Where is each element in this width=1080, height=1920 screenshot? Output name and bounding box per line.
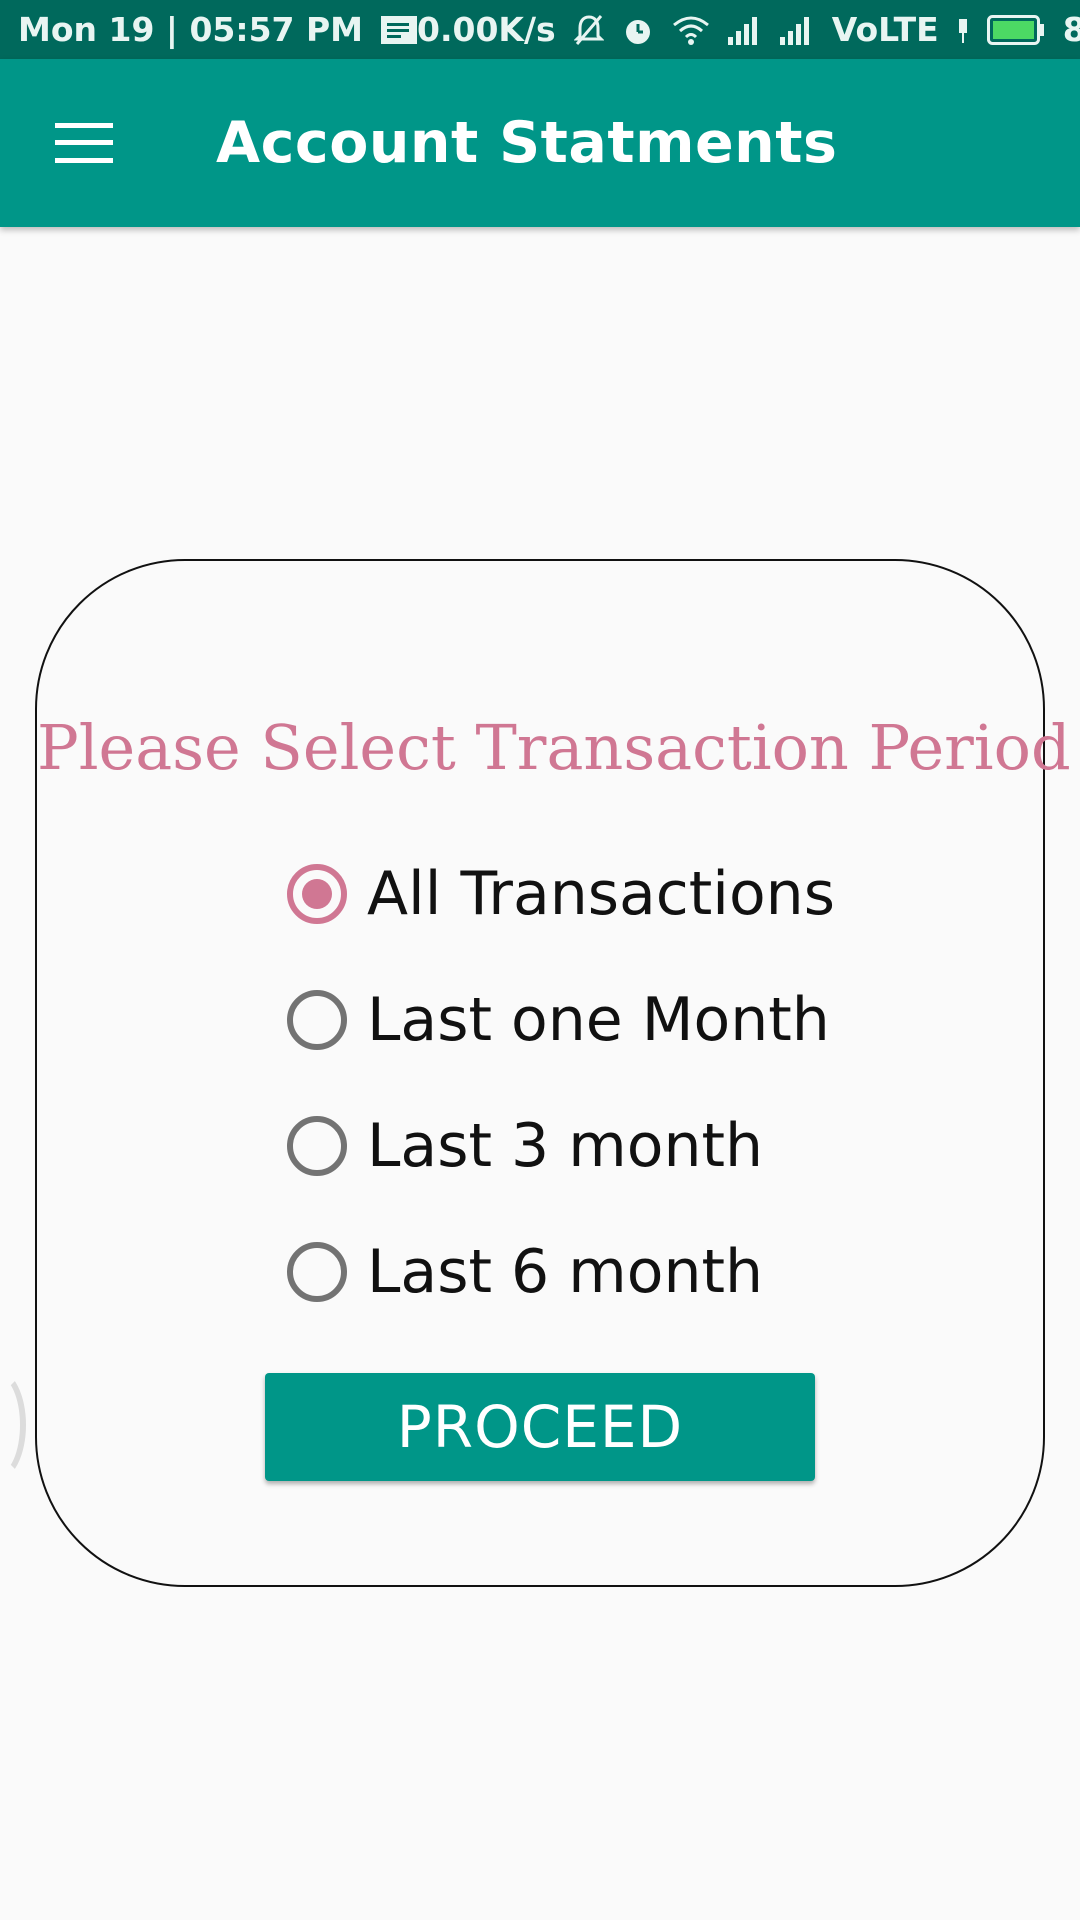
status-bar: Mon 19 | 05:57 PM 0.00K/s VoLTE 84 — [0, 0, 1080, 59]
radio-option-last-6-month[interactable]: Last 6 month — [287, 1209, 835, 1335]
radio-button[interactable] — [287, 864, 347, 924]
proceed-button[interactable]: PROCEED — [265, 1373, 815, 1481]
network-speed: 0.00K/s — [417, 10, 556, 49]
card-title: Please Select Transaction Period — [37, 711, 1071, 784]
radio-option-last-one-month[interactable]: Last one Month — [287, 957, 835, 1083]
notification-icon — [381, 15, 418, 44]
radio-option-last-3-month[interactable]: Last 3 month — [287, 1083, 835, 1209]
alarm-icon — [622, 14, 654, 46]
radio-label: All Transactions — [367, 859, 835, 929]
muted-bell-icon — [573, 14, 604, 46]
app-bar: Account Statments — [0, 59, 1080, 227]
radio-button[interactable] — [287, 990, 347, 1050]
radio-button[interactable] — [287, 1242, 347, 1302]
edge-swipe-handle[interactable] — [0, 1370, 26, 1480]
signal-icon — [779, 15, 814, 45]
period-radio-group: All Transactions Last one Month Last 3 m… — [287, 831, 835, 1335]
signal-icon — [727, 15, 762, 45]
battery-level: 84 — [1062, 10, 1080, 49]
battery-icon — [986, 14, 1045, 45]
status-datetime: Mon 19 | 05:57 PM — [18, 10, 364, 49]
hamburger-menu-icon[interactable] — [34, 93, 134, 193]
radio-label: Last one Month — [367, 985, 830, 1055]
radio-option-all-transactions[interactable]: All Transactions — [287, 831, 835, 957]
transaction-period-card: Please Select Transaction Period All Tra… — [35, 559, 1071, 1587]
wifi-icon — [672, 15, 710, 45]
radio-label: Last 6 month — [367, 1237, 764, 1307]
radio-label: Last 3 month — [367, 1111, 764, 1181]
radio-button[interactable] — [287, 1116, 347, 1176]
network-type: VoLTE — [831, 10, 939, 49]
page-title: Account Statments — [216, 110, 838, 176]
charging-icon — [957, 15, 969, 45]
